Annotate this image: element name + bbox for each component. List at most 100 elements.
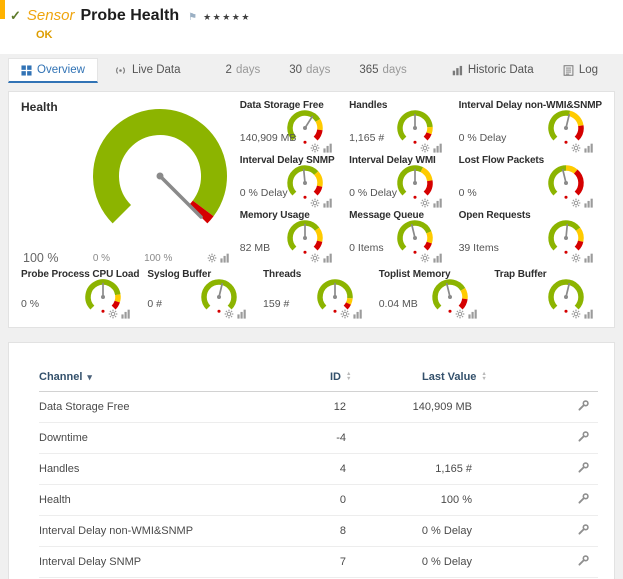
tab-historic-data[interactable]: Historic Data	[439, 58, 547, 83]
table-row[interactable]: Interval Delay non-WMI&SNMP80 % Delay	[39, 516, 598, 547]
table-row[interactable]: Downtime-4	[39, 423, 598, 454]
gauge-value: 0 %	[459, 187, 477, 199]
gear-icon[interactable]	[108, 309, 118, 319]
table-row[interactable]: Data Storage Free12140,909 MB	[39, 392, 598, 423]
tab-bar: OverviewLive Data2days30days365daysHisto…	[0, 56, 623, 83]
gauge-interval-delay-wmi: Interval Delay WMI0 % Delay	[349, 155, 450, 210]
gear-icon[interactable]	[420, 253, 430, 263]
channel-id: 0	[312, 485, 402, 516]
gear-icon[interactable]	[420, 143, 430, 153]
tab-365-days[interactable]: 365 days	[346, 58, 419, 83]
channel-actions-cell	[552, 547, 598, 578]
tab-live-data[interactable]: Live Data	[101, 58, 194, 83]
gauge-actions	[571, 309, 594, 319]
channel-last-value: 140,909 MB	[402, 392, 552, 423]
gauge-value: 0 Items	[349, 242, 383, 254]
sort-caret-icon	[87, 372, 92, 382]
graph-icon[interactable]	[584, 309, 594, 319]
gauge-actions	[571, 253, 594, 263]
tab-2-days[interactable]: 2days	[213, 58, 274, 83]
table-row[interactable]: Interval Delay SNMP70 % Delay	[39, 547, 598, 578]
graph-icon[interactable]	[323, 253, 333, 263]
column-header-id[interactable]: ID	[312, 367, 402, 392]
channel-name[interactable]: Interval Delay non-WMI&SNMP	[39, 516, 312, 547]
tab-label: 2	[226, 64, 232, 76]
tab-sublabel: days	[383, 64, 407, 76]
gauge-actions	[310, 143, 333, 153]
channel-name[interactable]: Handles	[39, 454, 312, 485]
edit-channel-icon[interactable]	[577, 523, 590, 536]
channel-name[interactable]: Health	[39, 485, 312, 516]
gauge-toplist-memory: Toplist Memory0.04 MB	[379, 269, 487, 321]
gauge-value: 1,165 #	[349, 132, 384, 144]
gear-icon[interactable]	[310, 143, 320, 153]
gear-icon[interactable]	[310, 198, 320, 208]
prtg-sensor-page: Sensor Probe Health ★★★★★ OK OverviewLiv…	[0, 0, 623, 579]
gear-icon[interactable]	[455, 309, 465, 319]
channel-last-value: 0 % Delay	[402, 516, 552, 547]
column-header-last-value[interactable]: Last Value	[402, 367, 552, 392]
graph-icon[interactable]	[584, 253, 594, 263]
channel-name[interactable]: Data Storage Free	[39, 392, 312, 423]
gauges-bottom-row: Probe Process CPU Load0 %Syslog Buffer0 …	[21, 269, 602, 321]
channel-id: 7	[312, 547, 402, 578]
priority-stars[interactable]: ★★★★★	[203, 12, 251, 23]
gauge-actions	[310, 253, 333, 263]
channel-last-value: 1,165 #	[402, 454, 552, 485]
channel-name[interactable]: Downtime	[39, 423, 312, 454]
gauge-message-queue: Message Queue0 Items	[349, 210, 450, 265]
channel-id: 4	[312, 454, 402, 485]
graph-icon[interactable]	[433, 143, 443, 153]
gauge-actions	[207, 253, 230, 263]
edit-channel-icon[interactable]	[577, 399, 590, 412]
channel-actions-cell	[552, 423, 598, 454]
gear-icon[interactable]	[340, 309, 350, 319]
graph-icon[interactable]	[584, 143, 594, 153]
channel-actions-cell	[552, 485, 598, 516]
tab-log[interactable]: Log	[550, 58, 611, 83]
channel-actions-cell	[552, 454, 598, 485]
priority-flag-icon[interactable]	[188, 12, 197, 23]
graph-icon[interactable]	[121, 309, 131, 319]
gear-icon[interactable]	[571, 143, 581, 153]
tab-30-days[interactable]: 30days	[276, 58, 343, 83]
edit-channel-icon[interactable]	[577, 461, 590, 474]
gear-icon[interactable]	[310, 253, 320, 263]
channel-last-value: 0 % Delay	[402, 547, 552, 578]
graph-icon[interactable]	[353, 309, 363, 319]
graph-icon[interactable]	[237, 309, 247, 319]
graph-icon[interactable]	[220, 253, 230, 263]
gear-icon[interactable]	[224, 309, 234, 319]
graph-icon[interactable]	[323, 198, 333, 208]
table-row[interactable]: Health0100 %	[39, 485, 598, 516]
sort-icon	[481, 372, 486, 382]
edit-channel-icon[interactable]	[577, 492, 590, 505]
gear-icon[interactable]	[571, 253, 581, 263]
tab-sublabel: days	[306, 64, 330, 76]
gear-icon[interactable]	[571, 198, 581, 208]
tab-overview[interactable]: Overview	[8, 58, 98, 83]
graph-icon[interactable]	[433, 253, 443, 263]
channel-name[interactable]: Interval Delay SNMP	[39, 547, 312, 578]
column-header-channel[interactable]: Channel	[39, 367, 312, 392]
graph-icon[interactable]	[323, 143, 333, 153]
channel-id: 12	[312, 392, 402, 423]
gauge-actions	[310, 198, 333, 208]
gear-icon[interactable]	[420, 198, 430, 208]
edit-channel-icon[interactable]	[577, 554, 590, 567]
table-row[interactable]: Handles41,165 #	[39, 454, 598, 485]
edit-channel-icon[interactable]	[577, 430, 590, 443]
gauge-scale-min: 0 %	[93, 253, 110, 264]
graph-icon[interactable]	[584, 198, 594, 208]
health-gauge: Health 100 % 0 % 100 %	[21, 100, 232, 265]
gear-icon[interactable]	[571, 309, 581, 319]
gauge-value: 0 %	[21, 298, 39, 310]
graph-icon[interactable]	[468, 309, 478, 319]
tab-label: 365	[359, 64, 378, 76]
graph-icon[interactable]	[433, 198, 443, 208]
gauge-lost-flow-packets: Lost Flow Packets0 %	[459, 155, 602, 210]
channel-last-value: 100 %	[402, 485, 552, 516]
gear-icon[interactable]	[207, 253, 217, 263]
gauge-actions	[340, 309, 363, 319]
gauge-actions	[108, 309, 131, 319]
